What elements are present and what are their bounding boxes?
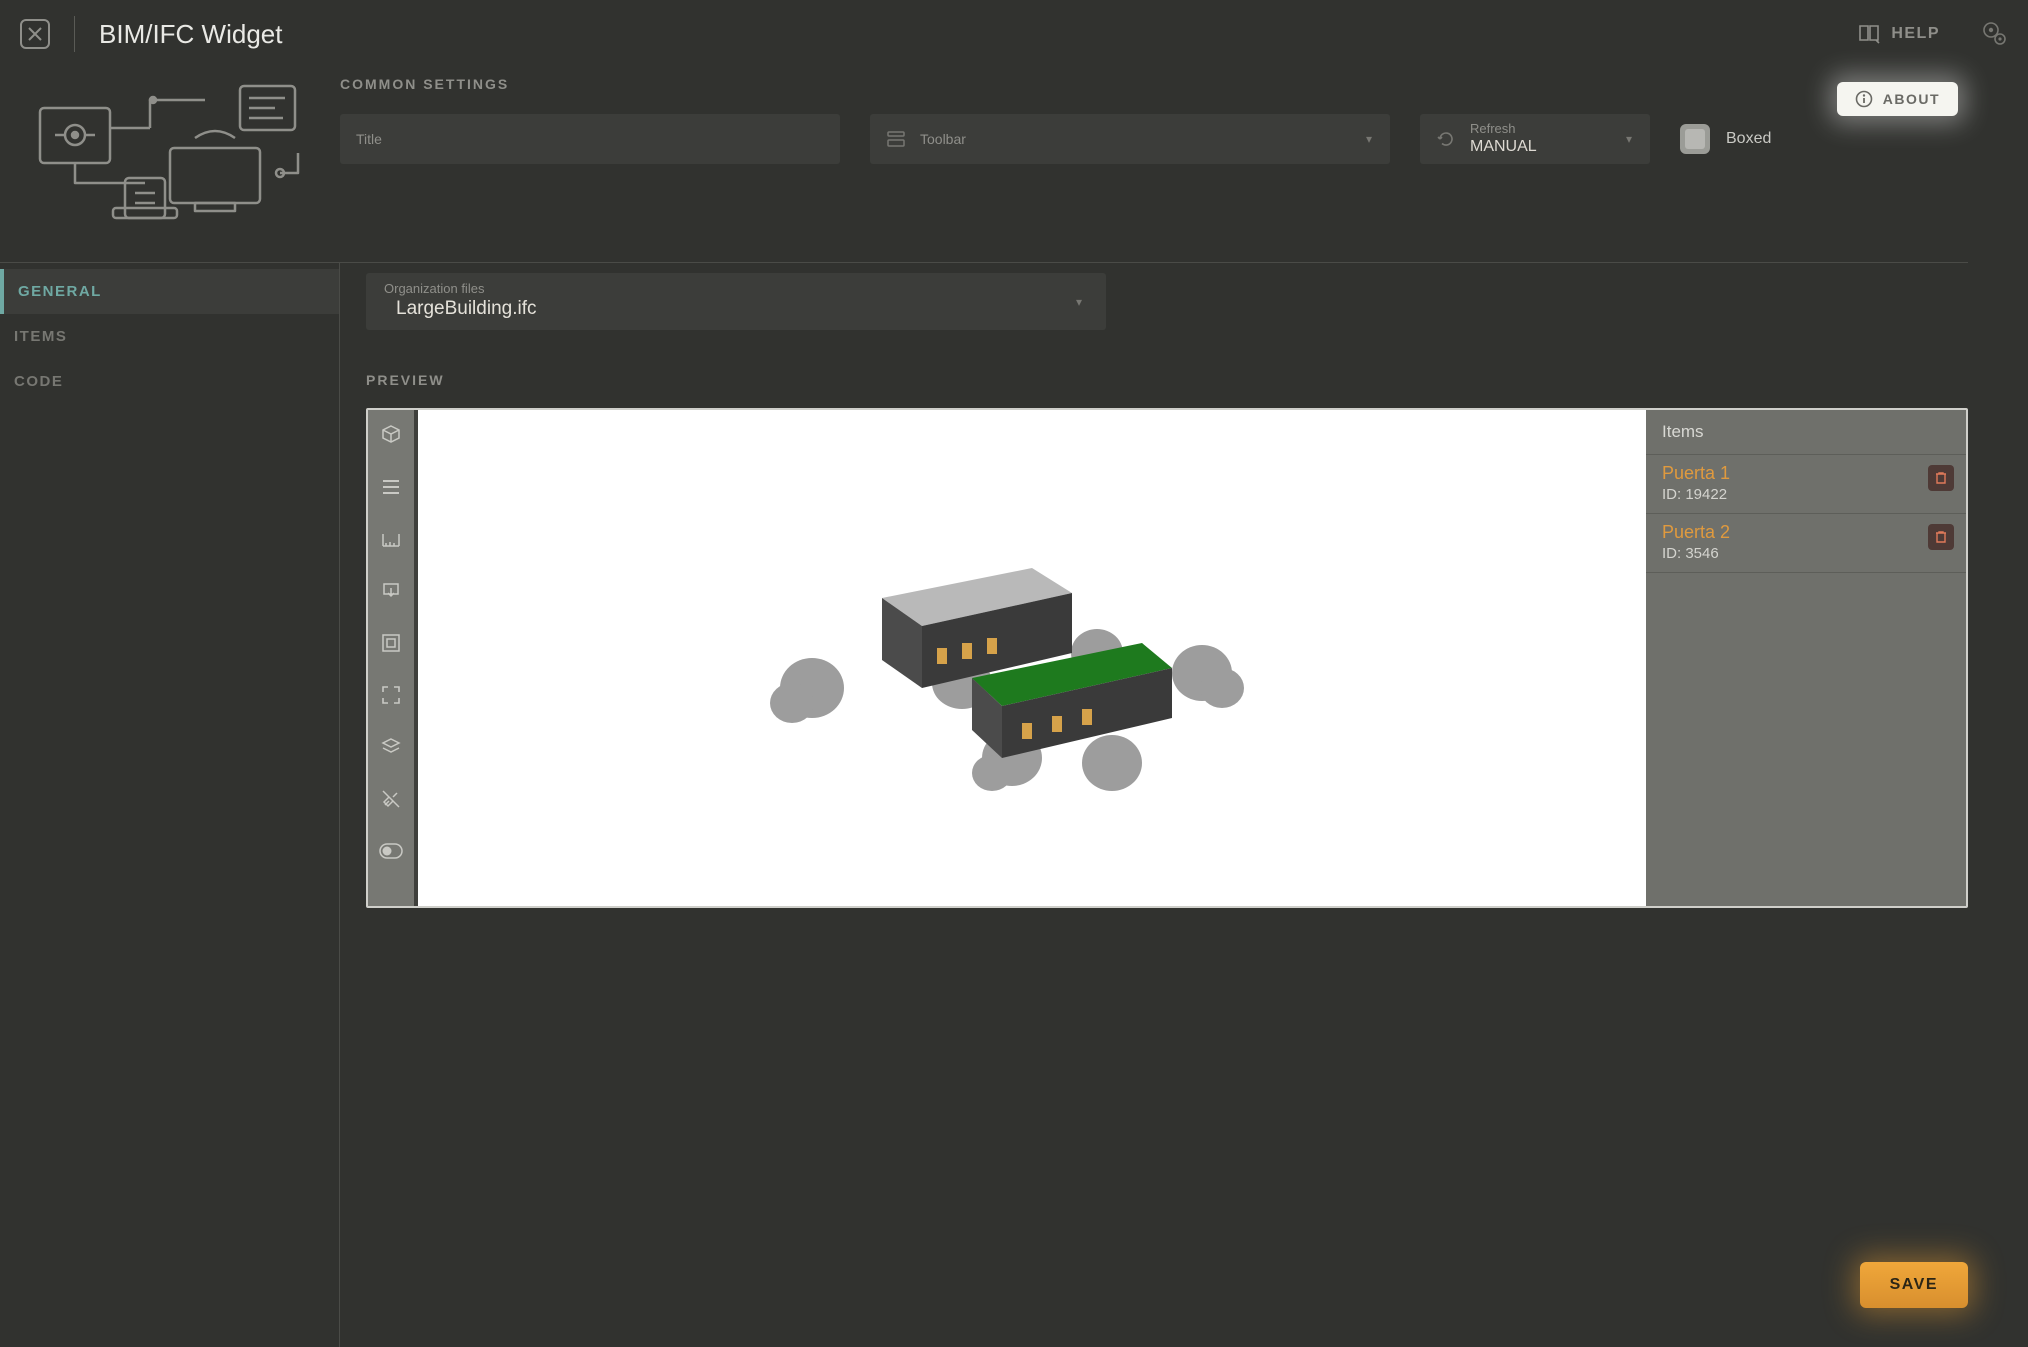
- gear-icon: [1980, 19, 2008, 47]
- delete-item-button[interactable]: [1928, 524, 1954, 550]
- chevron-down-icon: ▾: [1626, 132, 1632, 146]
- ruler-icon: [380, 528, 402, 550]
- devices-icon: [25, 78, 305, 228]
- tool-fullscreen[interactable]: [374, 678, 408, 712]
- item-id: ID: 3546: [1662, 545, 1950, 562]
- tool-toggle[interactable]: [374, 834, 408, 868]
- tool-frame[interactable]: [374, 626, 408, 660]
- book-icon: [1857, 22, 1881, 46]
- items-panel: Items Puerta 1 ID: 19422 Puerta 2 ID: 35…: [1646, 410, 1966, 906]
- org-files-label: Organization files: [384, 281, 1088, 296]
- boxed-label: Boxed: [1726, 130, 1771, 148]
- tool-layers[interactable]: [374, 730, 408, 764]
- trash-icon: [1934, 471, 1948, 485]
- refresh-value: MANUAL: [1470, 137, 1537, 157]
- preview-toolbar: [368, 410, 418, 906]
- org-files-value: LargeBuilding.ifc: [384, 298, 1088, 320]
- item-name: Puerta 2: [1662, 522, 1950, 543]
- title-field[interactable]: Title: [340, 114, 840, 164]
- toolbar-label: Toolbar: [920, 131, 966, 147]
- close-button[interactable]: [20, 19, 50, 49]
- item-row[interactable]: Puerta 1 ID: 19422: [1646, 455, 1966, 514]
- app-header: BIM/IFC Widget HELP: [0, 0, 2028, 68]
- lower-zone: GENERAL ITEMS CODE Organization files La…: [0, 263, 2028, 1347]
- boxed-toggle[interactable]: Boxed: [1680, 124, 1771, 154]
- info-icon: [1855, 90, 1873, 108]
- close-icon: [28, 27, 42, 41]
- page-title: BIM/IFC Widget: [99, 19, 282, 50]
- item-row[interactable]: Puerta 2 ID: 3546: [1646, 514, 1966, 573]
- refresh-label: Refresh: [1470, 121, 1537, 137]
- about-label: ABOUT: [1883, 91, 1940, 107]
- item-id: ID: 19422: [1662, 486, 1950, 503]
- frame-icon: [380, 632, 402, 654]
- tab-general[interactable]: GENERAL: [0, 269, 339, 314]
- toggle-icon: [379, 843, 403, 859]
- top-zone: COMMON SETTINGS Title Toolbar ▾ Refresh …: [0, 68, 2028, 262]
- widget-illustration: [0, 68, 340, 238]
- tool-list[interactable]: [374, 470, 408, 504]
- refresh-icon: [1436, 129, 1456, 149]
- list-icon: [380, 476, 402, 498]
- main-panel: Organization files LargeBuilding.ifc ▾ P…: [340, 263, 2028, 1347]
- org-files-select[interactable]: Organization files LargeBuilding.ifc ▾: [366, 273, 1106, 330]
- tab-items[interactable]: ITEMS: [0, 314, 339, 359]
- refresh-select[interactable]: Refresh MANUAL ▾: [1420, 114, 1650, 164]
- preview-box: Items Puerta 1 ID: 19422 Puerta 2 ID: 35…: [366, 408, 1968, 908]
- delete-item-button[interactable]: [1928, 465, 1954, 491]
- tool-download[interactable]: [374, 574, 408, 608]
- checkbox-icon: [1680, 124, 1710, 154]
- cube-icon: [380, 424, 402, 446]
- unplug-icon: [380, 788, 402, 810]
- help-button[interactable]: HELP: [1857, 22, 1940, 46]
- title-label: Title: [356, 131, 382, 147]
- tool-cube[interactable]: [374, 418, 408, 452]
- items-panel-heading: Items: [1646, 410, 1966, 455]
- preview-canvas[interactable]: [418, 410, 1646, 906]
- common-settings-heading: COMMON SETTINGS: [340, 76, 1948, 92]
- toolbar-select[interactable]: Toolbar ▾: [870, 114, 1390, 164]
- help-label: HELP: [1891, 25, 1940, 43]
- about-button[interactable]: ABOUT: [1837, 82, 1958, 116]
- chevron-down-icon: ▾: [1366, 132, 1372, 146]
- tool-unplug[interactable]: [374, 782, 408, 816]
- preview-heading: PREVIEW: [366, 372, 1968, 388]
- toolbar-icon: [886, 129, 906, 149]
- sidebar: GENERAL ITEMS CODE: [0, 263, 340, 1347]
- save-label: SAVE: [1890, 1276, 1938, 1293]
- settings-button[interactable]: [1980, 19, 2008, 50]
- download-icon: [380, 580, 402, 602]
- common-settings: COMMON SETTINGS Title Toolbar ▾ Refresh …: [340, 68, 2008, 238]
- save-button[interactable]: SAVE: [1860, 1262, 1968, 1308]
- building-model: [752, 498, 1312, 818]
- layers-icon: [380, 736, 402, 758]
- item-name: Puerta 1: [1662, 463, 1950, 484]
- chevron-down-icon: ▾: [1076, 295, 1082, 309]
- expand-icon: [380, 684, 402, 706]
- divider: [74, 16, 75, 52]
- tool-measure[interactable]: [374, 522, 408, 556]
- tab-code[interactable]: CODE: [0, 359, 339, 404]
- trash-icon: [1934, 530, 1948, 544]
